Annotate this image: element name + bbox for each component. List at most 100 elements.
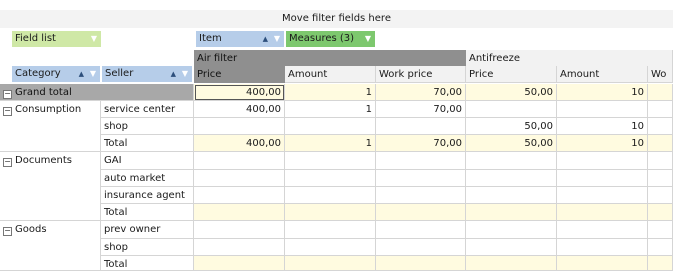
data-cell[interactable] [648, 84, 673, 101]
measures-field-chip[interactable]: Measures (3) ▼ [286, 31, 375, 47]
data-cell[interactable] [376, 256, 466, 271]
data-cell[interactable]: 400,00 [194, 135, 285, 152]
data-cell[interactable] [466, 170, 557, 187]
row-header-subtotal[interactable]: Total [101, 256, 194, 271]
data-cell[interactable] [194, 239, 285, 256]
data-cell[interactable] [194, 256, 285, 271]
data-cell[interactable] [285, 152, 376, 170]
data-cell[interactable] [285, 170, 376, 187]
minus-box-icon[interactable]: − [3, 158, 12, 167]
row-header-seller[interactable]: service center [101, 101, 194, 118]
measure-header[interactable]: Price [194, 66, 285, 83]
measure-header[interactable]: Amount [285, 66, 376, 83]
column-group-header[interactable]: Antifreeze [466, 50, 673, 67]
data-cell[interactable] [466, 221, 557, 239]
row-header-seller[interactable]: insurance agent [101, 187, 194, 204]
data-cell[interactable] [466, 204, 557, 221]
row-header-grand-total[interactable]: − Grand total [0, 84, 194, 101]
data-cell[interactable] [285, 118, 376, 135]
data-cell[interactable] [466, 187, 557, 204]
data-cell[interactable] [557, 170, 648, 187]
data-cell[interactable] [376, 152, 466, 170]
data-cell[interactable]: 10 [557, 135, 648, 152]
minus-box-icon[interactable]: − [3, 107, 12, 116]
data-cell[interactable]: 400,00 [194, 84, 285, 101]
data-cell[interactable] [557, 204, 648, 221]
data-cell[interactable]: 400,00 [194, 101, 285, 118]
data-cell[interactable] [466, 239, 557, 256]
data-cell[interactable] [648, 221, 673, 239]
data-cell[interactable] [285, 239, 376, 256]
data-cell[interactable]: 10 [557, 118, 648, 135]
data-cell[interactable] [194, 221, 285, 239]
data-cell[interactable] [466, 256, 557, 271]
data-cell[interactable] [376, 221, 466, 239]
data-cell[interactable]: 70,00 [376, 135, 466, 152]
row-header-seller[interactable]: auto market [101, 170, 194, 187]
data-cell[interactable] [648, 101, 673, 118]
row-header-label: Documents [15, 155, 73, 166]
data-cell[interactable] [194, 152, 285, 170]
data-cell[interactable]: 50,00 [466, 84, 557, 101]
data-cell[interactable] [194, 187, 285, 204]
data-cell[interactable] [194, 118, 285, 135]
data-cell[interactable] [466, 101, 557, 118]
data-cell[interactable]: 10 [557, 84, 648, 101]
data-cell[interactable] [557, 256, 648, 271]
column-group-header[interactable]: Air filter [194, 50, 466, 67]
data-cell[interactable] [376, 204, 466, 221]
data-cell[interactable] [285, 256, 376, 271]
data-cell[interactable] [376, 118, 466, 135]
measure-header[interactable]: Amount [557, 66, 648, 83]
data-cell[interactable] [376, 239, 466, 256]
measure-header[interactable]: Price [466, 66, 557, 83]
data-cell[interactable] [648, 204, 673, 221]
data-cell[interactable] [648, 135, 673, 152]
data-cell[interactable] [376, 170, 466, 187]
measure-header[interactable]: Work price [376, 66, 466, 83]
row-header-category[interactable]: − Consumption [0, 101, 101, 152]
data-cell[interactable] [648, 118, 673, 135]
data-cell[interactable] [648, 152, 673, 170]
data-cell[interactable]: 70,00 [376, 84, 466, 101]
seller-field-chip[interactable]: Seller ▲ ▼ [102, 66, 192, 82]
data-cell[interactable]: 1 [285, 101, 376, 118]
data-cell[interactable] [557, 101, 648, 118]
data-cell[interactable] [648, 170, 673, 187]
data-cell[interactable] [194, 170, 285, 187]
data-cell[interactable] [557, 239, 648, 256]
data-cell[interactable] [466, 152, 557, 170]
row-header-seller[interactable]: shop [101, 118, 194, 135]
minus-box-icon[interactable]: − [3, 227, 12, 236]
category-field-chip[interactable]: Category ▲ ▼ [12, 66, 100, 82]
data-cell[interactable] [376, 187, 466, 204]
data-cell[interactable] [648, 256, 673, 271]
data-cell[interactable] [557, 187, 648, 204]
item-field-chip[interactable]: Item ▲ ▼ [196, 31, 284, 47]
data-cell[interactable]: 70,00 [376, 101, 466, 118]
data-cell[interactable] [285, 221, 376, 239]
row-header-category[interactable]: − Goods [0, 221, 101, 271]
row-header-seller[interactable]: prev owner [101, 221, 194, 239]
data-cell[interactable]: 50,00 [466, 135, 557, 152]
data-cell[interactable] [285, 204, 376, 221]
row-header-subtotal[interactable]: Total [101, 135, 194, 152]
data-cell[interactable] [557, 221, 648, 239]
chevron-down-icon: ▼ [89, 69, 97, 78]
data-cell[interactable]: 50,00 [466, 118, 557, 135]
data-cell[interactable] [648, 187, 673, 204]
data-cell[interactable]: 1 [285, 135, 376, 152]
filter-drop-area[interactable]: Move filter fields here [0, 10, 673, 28]
row-header-seller[interactable]: GAI [101, 152, 194, 170]
row-header-category[interactable]: − Documents [0, 152, 101, 221]
minus-box-icon[interactable]: − [3, 90, 12, 99]
data-cell[interactable] [557, 152, 648, 170]
data-cell[interactable]: 1 [285, 84, 376, 101]
data-cell[interactable] [648, 239, 673, 256]
row-header-seller[interactable]: shop [101, 239, 194, 256]
field-list-button[interactable]: Field list ▼ [12, 31, 101, 47]
data-cell[interactable] [194, 204, 285, 221]
data-cell[interactable] [285, 187, 376, 204]
measure-header[interactable]: Wo [648, 66, 673, 83]
row-header-subtotal[interactable]: Total [101, 204, 194, 221]
